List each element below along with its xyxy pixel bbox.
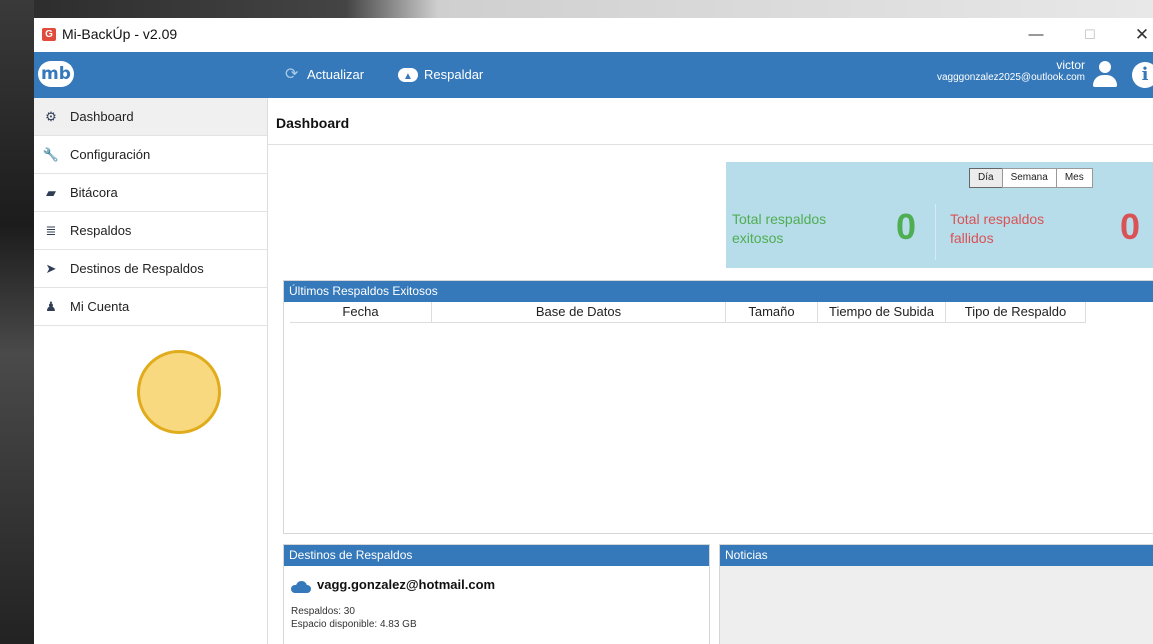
sidebar-item-dashboard[interactable]: ⚙ Dashboard xyxy=(34,98,267,136)
tab-dia[interactable]: Día xyxy=(969,168,1003,188)
refresh-button-label: Actualizar xyxy=(307,67,365,82)
success-count: 0 xyxy=(896,206,917,247)
logo-cloud-icon: mb xyxy=(38,55,74,87)
success-label: Total respaldos exitosos xyxy=(732,211,827,246)
sidebar-item-label: Configuración xyxy=(70,147,151,162)
column-header-tiempo-de-subida[interactable]: Tiempo de Subida xyxy=(818,302,946,322)
news-body xyxy=(720,566,1153,644)
database-icon: ≣ xyxy=(45,222,57,238)
recent-backups-title: Últimos Respaldos Exitosos xyxy=(284,281,1153,302)
sidebar-item-label: Respaldos xyxy=(70,223,132,238)
stats-divider xyxy=(935,204,936,260)
sidebar-item-destinos[interactable]: ➤ Destinos de Respaldos xyxy=(34,250,267,288)
app-logo: mb xyxy=(34,52,267,98)
desktop-background-left xyxy=(0,0,34,644)
book-icon: ▰ xyxy=(46,184,56,200)
sidebar-item-respaldos[interactable]: ≣ Respaldos xyxy=(34,212,267,250)
user-icon[interactable] xyxy=(1092,61,1118,89)
user-info: victor vagggonzalez2025@outlook.com xyxy=(937,58,1085,83)
recent-backups-panel: Últimos Respaldos Exitosos Fecha Base de… xyxy=(283,280,1153,534)
cursor-highlight xyxy=(137,350,221,434)
sidebar-item-configuracion[interactable]: 🔧 Configuración xyxy=(34,136,267,174)
desktop-background-top xyxy=(0,0,1153,18)
failed-label: Total respaldos fallidos xyxy=(950,211,1045,246)
column-header-base-de-datos[interactable]: Base de Datos xyxy=(432,302,726,322)
refresh-button[interactable]: ⟳ Actualizar xyxy=(285,65,364,85)
news-title: Noticias xyxy=(720,545,1153,566)
sidebar-item-label: Destinos de Respaldos xyxy=(70,261,204,276)
send-icon: ➤ xyxy=(45,260,57,276)
refresh-icon: ⟳ xyxy=(285,66,299,83)
destination-backups: Respaldos: 30 xyxy=(291,606,355,617)
destinations-panel: Destinos de Respaldos vagg.gonzalez@hotm… xyxy=(283,544,710,644)
user-name: victor xyxy=(1056,58,1085,72)
app-header: mb ⟳ Actualizar Respaldar victor vagggon… xyxy=(34,52,1153,98)
window-title: Mi-BackÚp - v2.09 xyxy=(62,26,178,42)
sidebar-item-label: Mi Cuenta xyxy=(70,299,130,314)
close-button[interactable]: ✕ xyxy=(1127,24,1153,46)
backup-now-button-label: Respaldar xyxy=(424,67,484,82)
range-tabs: Día Semana Mes xyxy=(969,168,1093,188)
table-header: Fecha Base de Datos Tamaño Tiempo de Sub… xyxy=(290,302,1086,323)
column-header-tamano[interactable]: Tamaño xyxy=(726,302,818,322)
destination-space: Espacio disponible: 4.83 GB xyxy=(291,619,417,630)
sidebar-item-mi-cuenta[interactable]: ♟ Mi Cuenta xyxy=(34,288,267,326)
user-icon-body xyxy=(1093,75,1117,87)
cloud-upload-icon xyxy=(398,67,418,87)
app-logo-icon: G xyxy=(42,28,56,41)
column-header-fecha[interactable]: Fecha xyxy=(290,302,432,322)
tab-semana[interactable]: Semana xyxy=(1001,168,1057,188)
cloud-shape-top xyxy=(296,581,307,592)
main-content: Dashboard Día Semana Mes Total respaldos… xyxy=(268,98,1153,644)
page-title: Dashboard xyxy=(276,115,350,131)
news-panel: Noticias xyxy=(719,544,1153,644)
app-window: G Mi-BackÚp - v2.09 — ☐ ✕ mb ⟳ Actualiza… xyxy=(34,18,1153,644)
destination-meta: Respaldos: 30 Espacio disponible: 4.83 G… xyxy=(291,605,417,631)
user-icon-head xyxy=(1099,61,1111,73)
onedrive-cloud-icon xyxy=(291,581,311,593)
divider xyxy=(268,144,1153,145)
wrench-icon: 🔧 xyxy=(42,146,60,162)
sidebar: ⚙ Dashboard 🔧 Configuración ▰ Bitácora ≣… xyxy=(34,98,268,644)
minimize-button[interactable]: — xyxy=(1021,24,1051,46)
failed-count: 0 xyxy=(1120,206,1141,247)
destination-email: vagg.gonzalez@hotmail.com xyxy=(317,577,496,592)
user-email: vagggonzalez2025@outlook.com xyxy=(936,72,1085,83)
column-header-tipo-de-respaldo[interactable]: Tipo de Respaldo xyxy=(946,302,1086,322)
maximize-button[interactable]: ☐ xyxy=(1075,24,1105,46)
title-bar[interactable]: G Mi-BackÚp - v2.09 — ☐ ✕ xyxy=(34,18,1153,52)
tab-mes[interactable]: Mes xyxy=(1055,168,1093,188)
backup-now-button[interactable]: Respaldar xyxy=(398,65,484,87)
info-icon[interactable]: i xyxy=(1132,62,1153,88)
stats-card: Día Semana Mes Total respaldos exitosos … xyxy=(726,162,1153,268)
sidebar-item-label: Bitácora xyxy=(70,185,118,200)
sidebar-item-label: Dashboard xyxy=(70,109,134,124)
user-icon: ♟ xyxy=(45,298,57,314)
destinations-title: Destinos de Respaldos xyxy=(284,545,709,566)
sidebar-item-bitacora[interactable]: ▰ Bitácora xyxy=(34,174,267,212)
dashboard-icon: ⚙ xyxy=(45,108,57,124)
